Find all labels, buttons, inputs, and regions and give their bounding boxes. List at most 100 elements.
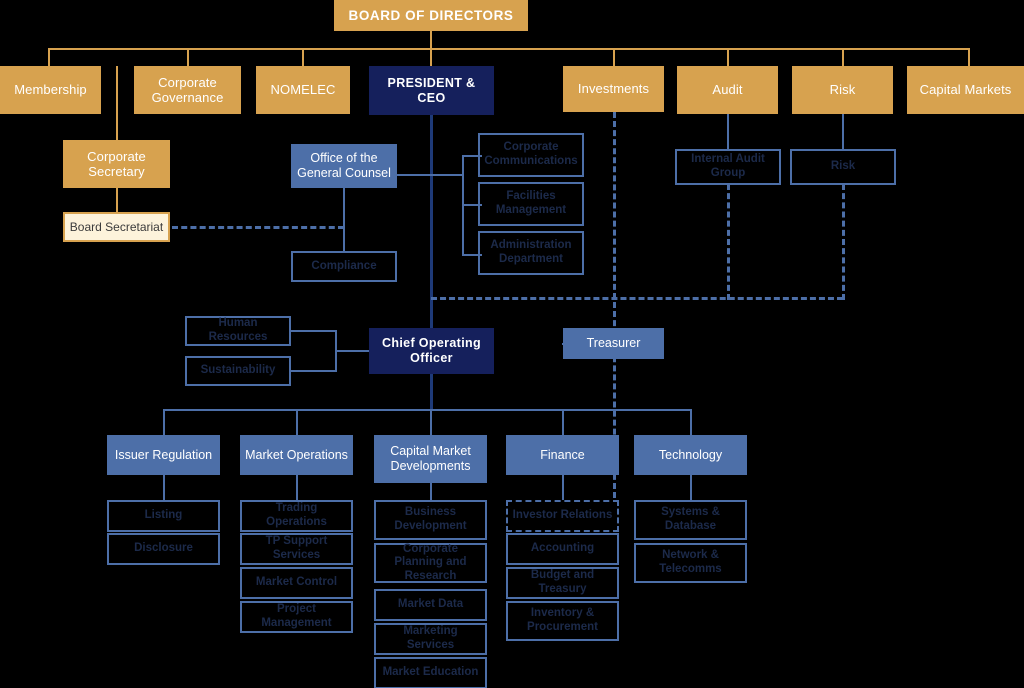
node-label: Treasurer xyxy=(586,336,641,351)
node-market-education[interactable]: Market Education xyxy=(374,657,487,688)
node-division-finance[interactable]: Finance xyxy=(506,435,619,475)
connector-board-secretariat xyxy=(116,188,118,213)
node-label: Corporate Planning and Research xyxy=(394,542,467,582)
node-label: Investments xyxy=(577,81,650,97)
node-board-of-directors[interactable]: BOARD OF DIRECTORS xyxy=(334,0,528,31)
node-division-market-operations[interactable]: Market Operations xyxy=(240,435,353,475)
connector-sustainability xyxy=(291,370,337,372)
node-listing[interactable]: Listing xyxy=(107,500,220,532)
node-label: Office of the General Counsel xyxy=(297,151,391,180)
node-market-control[interactable]: Market Control xyxy=(240,567,353,599)
node-corporate-secretary[interactable]: Corporate Secretary xyxy=(63,140,170,188)
connector-compliance xyxy=(343,188,345,252)
connector-finance-down xyxy=(562,474,564,500)
node-label: Market Data xyxy=(397,598,464,611)
node-label: Market Operations xyxy=(245,447,348,462)
node-investments[interactable]: Investments xyxy=(563,66,664,112)
node-label: Systems & Database xyxy=(661,506,720,532)
node-market-data[interactable]: Market Data xyxy=(374,589,487,621)
node-compliance[interactable]: Compliance xyxy=(291,251,397,282)
node-label: BOARD OF DIRECTORS xyxy=(348,7,514,23)
node-office-general-counsel[interactable]: Office of the General Counsel xyxy=(291,144,397,188)
node-label: Accounting xyxy=(530,542,595,555)
node-label: Capital Markets xyxy=(919,82,1012,98)
node-label: Corporate Communications xyxy=(484,141,578,167)
node-budget-and-treasury[interactable]: Budget and Treasury xyxy=(506,567,619,599)
connector-coo-staff-stem xyxy=(335,350,372,352)
node-risk-committee[interactable]: Risk xyxy=(792,66,893,114)
node-label: Capital Market Developments xyxy=(390,444,471,473)
node-administration-department[interactable]: Administration Department xyxy=(478,231,584,275)
node-corporate-governance[interactable]: Corporate Governance xyxy=(134,66,241,114)
node-risk-unit[interactable]: Risk xyxy=(790,149,896,185)
connector-president xyxy=(430,48,432,66)
node-audit[interactable]: Audit xyxy=(677,66,778,114)
node-trading-operations[interactable]: Trading Operations xyxy=(240,500,353,532)
node-label: Audit xyxy=(712,82,743,98)
node-systems-database[interactable]: Systems & Database xyxy=(634,500,747,540)
node-capital-markets[interactable]: Capital Markets xyxy=(907,66,1024,114)
node-label: Market Education xyxy=(382,666,479,679)
node-label: Membership xyxy=(14,82,87,98)
node-sustainability[interactable]: Sustainability xyxy=(185,356,291,386)
node-corporate-communications[interactable]: Corporate Communications xyxy=(478,133,584,177)
connector-coo-staff-spine xyxy=(335,330,337,372)
connector-capital-market-down xyxy=(430,482,432,500)
node-tp-support-services[interactable]: TP Support Services xyxy=(240,533,353,565)
node-membership[interactable]: Membership xyxy=(0,66,101,114)
node-board-secretariat[interactable]: Board Secretariat xyxy=(63,212,170,242)
node-label: Board Secretariat xyxy=(69,219,164,234)
node-network-telecomms[interactable]: Network & Telecomms xyxy=(634,543,747,583)
connector-risk xyxy=(842,48,844,66)
connector-audit xyxy=(727,48,729,66)
node-division-capital-market-developments[interactable]: Capital Market Developments xyxy=(374,435,487,483)
connector-division-issuer-regulation xyxy=(163,409,165,436)
node-label: Corporate Secretary xyxy=(87,148,146,179)
connector-internal-audit-dashed xyxy=(727,184,730,300)
node-internal-audit-group[interactable]: Internal Audit Group xyxy=(675,149,781,185)
node-label: Corporate Governance xyxy=(151,74,224,105)
connector-president-units-stem xyxy=(432,174,464,176)
node-disclosure[interactable]: Disclosure xyxy=(107,533,220,565)
node-business-development[interactable]: Business Development xyxy=(374,500,487,540)
connector-corporate-secretary xyxy=(116,66,118,141)
node-accounting[interactable]: Accounting xyxy=(506,533,619,565)
node-label: Facilities Management xyxy=(495,190,567,216)
connector-dashed-bus xyxy=(431,297,843,300)
node-facilities-management[interactable]: Facilities Management xyxy=(478,182,584,226)
node-label: Trading Operations xyxy=(266,502,327,528)
node-label: Finance xyxy=(540,447,585,462)
node-label: Marketing Services xyxy=(403,625,458,651)
node-label: Administration Department xyxy=(490,239,572,265)
connector-risk-dashed xyxy=(842,184,845,300)
connector-general-counsel xyxy=(396,174,432,176)
connector-secretariat-compliance-dashed xyxy=(172,226,344,229)
node-label: Chief Operating Officer xyxy=(381,336,481,365)
node-label: Inventory & Procurement xyxy=(527,607,598,633)
node-label: Technology xyxy=(658,447,723,462)
connector-division-market-operations xyxy=(296,409,298,436)
connector-president-down xyxy=(430,114,433,328)
node-division-technology[interactable]: Technology xyxy=(634,435,747,475)
node-marketing-services[interactable]: Marketing Services xyxy=(374,623,487,655)
node-inventory-procurement[interactable]: Inventory & Procurement xyxy=(506,601,619,641)
node-treasurer[interactable]: Treasurer xyxy=(563,328,664,359)
node-investor-relations[interactable]: Investor Relations xyxy=(506,500,619,532)
node-chief-operating-officer[interactable]: Chief Operating Officer xyxy=(369,328,494,374)
node-president-ceo[interactable]: PRESIDENT & CEO xyxy=(369,66,494,115)
node-corporate-planning-research[interactable]: Corporate Planning and Research xyxy=(374,543,487,583)
node-human-resources[interactable]: Human Resources xyxy=(185,316,291,346)
node-label: Risk xyxy=(829,82,856,98)
node-label: Risk xyxy=(830,160,856,173)
connector-division-bus xyxy=(163,409,692,411)
connector-risk-unit xyxy=(842,114,844,150)
node-label: Business Development xyxy=(394,506,467,532)
connector-corporate-governance xyxy=(187,48,189,66)
node-label: Market Control xyxy=(255,576,338,589)
node-division-issuer-regulation[interactable]: Issuer Regulation xyxy=(107,435,220,475)
connector-division-finance xyxy=(562,409,564,436)
node-project-management[interactable]: Project Management xyxy=(240,601,353,633)
connector-board-down xyxy=(430,30,432,49)
node-label: Disclosure xyxy=(134,542,193,555)
node-nomelec[interactable]: NOMELEC xyxy=(256,66,350,114)
